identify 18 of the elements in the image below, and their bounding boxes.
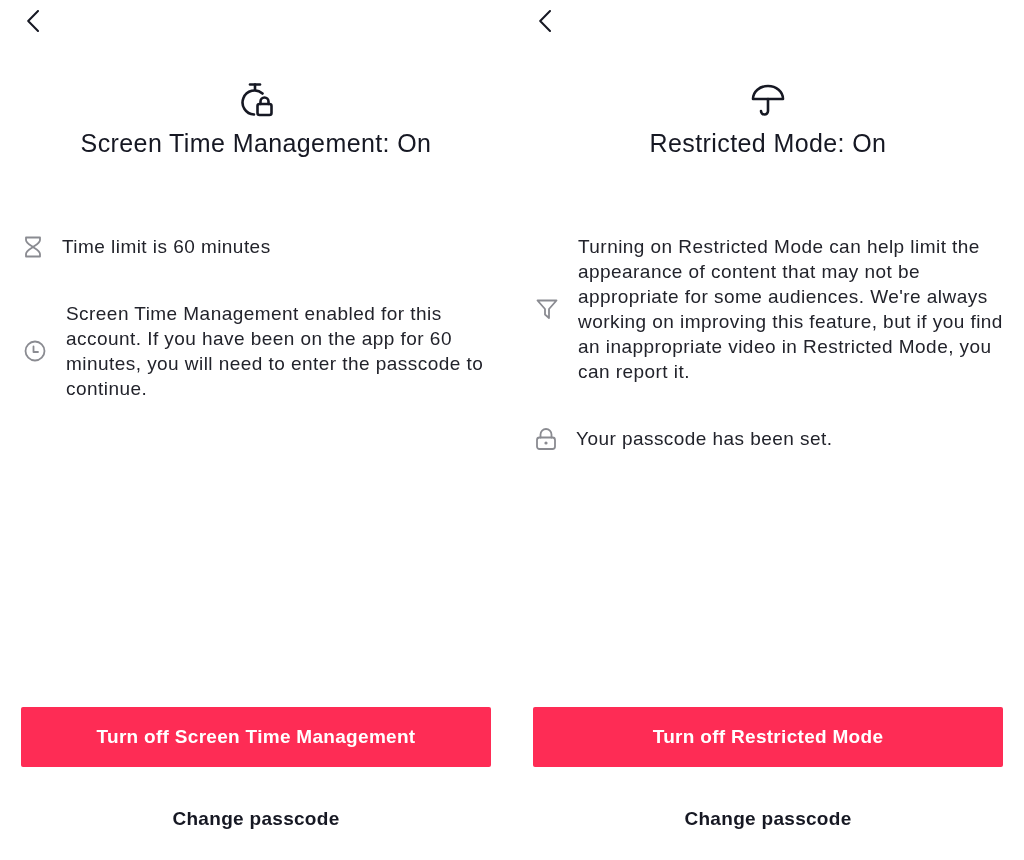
funnel-icon (536, 298, 558, 320)
chevron-left-icon (539, 10, 551, 32)
clock-icon (24, 340, 46, 362)
hourglass-icon (24, 235, 42, 258)
info-text: Your passcode has been set. (576, 427, 834, 451)
chevron-left-icon (27, 10, 39, 32)
change-passcode-link[interactable]: Change passcode (160, 801, 352, 837)
umbrella-icon (750, 82, 786, 118)
info-text: Time limit is 60 minutes (62, 235, 272, 259)
change-passcode-link[interactable]: Change passcode (672, 801, 864, 837)
stopwatch-lock-icon (238, 82, 274, 118)
screen-title: Screen Time Management: On (80, 128, 432, 158)
padlock-icon (536, 427, 556, 450)
info-text: Turning on Restricted Mode can help limit the appearance of content that may not be appropriate for some audiences. We're always working on improving this feature, but if you find an inappropriate video in Restricted Mode, you can report it. (578, 235, 1003, 384)
info-text: Screen Time Management enabled for this account. If you have been on the app for 60 minutes, you will need to enter the passcode to continue. (66, 302, 485, 401)
turn-off-button[interactable]: Turn off Restricted Mode (533, 707, 1003, 767)
turn-off-button[interactable]: Turn off Screen Time Management (21, 707, 491, 767)
screen-title: Restricted Mode: On (649, 128, 887, 158)
